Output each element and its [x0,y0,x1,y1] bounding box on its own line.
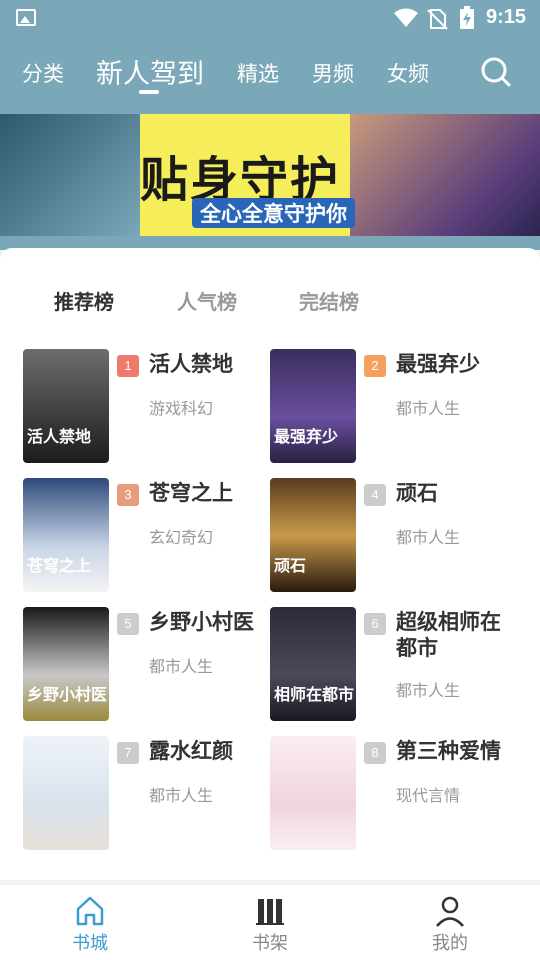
book-title[interactable]: 最强弃少 [396,351,520,377]
banner-character-right [350,114,540,236]
image-notification-icon [16,9,36,26]
book-title[interactable]: 苍穹之上 [149,480,273,506]
book-cover-text: 顽石 [274,556,307,575]
tab-male[interactable]: 男频 [312,58,354,88]
nav-bookstore[interactable]: 书城 [0,885,180,960]
book-item[interactable]: 苍穹之上 3 苍穹之上 玄幻奇幻 [23,478,273,598]
home-icon [76,896,104,926]
book-title[interactable]: 顽石 [396,480,520,506]
rank-badge: 2 [364,355,386,377]
profile-icon [436,896,464,927]
book-cover-text: 乡野小村医 [27,685,108,704]
tab-female[interactable]: 女频 [387,58,429,88]
book-title[interactable]: 露水红颜 [149,738,273,764]
book-item[interactable]: 乡野小村医 5 乡野小村医 都市人生 [23,607,273,727]
no-sim-icon [427,9,448,30]
book-genre: 游戏科幻 [149,399,214,418]
book-cover[interactable] [23,736,109,850]
book-item[interactable]: 7 露水红颜都市人生 [23,736,273,856]
status-time: 9:15 [486,6,527,28]
book-genre: 都市人生 [396,528,461,547]
book-title[interactable]: 超级相师在都市 [396,609,520,661]
banner-subtitle: 全心全意守护你 [192,198,355,228]
rank-badge: 6 [364,613,386,635]
book-cover-text: 最强弃少 [274,427,339,446]
rank-tab-popular[interactable]: 人气榜 [177,286,237,315]
book-cover[interactable]: 顽石 [270,478,356,592]
bookshelf-icon [256,899,284,925]
book-genre: 都市人生 [396,399,461,418]
book-cover[interactable]: 活人禁地 [23,349,109,463]
rank-tab-completed[interactable]: 完结榜 [299,286,359,315]
book-item[interactable]: 最强弃少 2 最强弃少 都市人生 [270,349,520,469]
book-item[interactable]: 顽石 4 顽石 都市人生 [270,478,520,598]
rank-badge: 5 [117,613,139,635]
battery-charging-icon [460,6,474,29]
book-genre: 都市人生 [149,657,214,676]
nav-bookshelf[interactable]: 书架 [180,885,360,960]
book-item[interactable]: 相师在都市 6 超级相师在都市都市人生 [270,607,520,727]
rank-badge: 3 [117,484,139,506]
nav-mine-label: 我的 [432,933,468,954]
book-cover-text: 相师在都市 [274,685,355,704]
book-item[interactable]: 8 第三种爱情现代言情 [270,736,520,856]
nav-bookstore-label: 书城 [72,933,108,954]
book-cover[interactable]: 相师在都市 [270,607,356,721]
rank-badge: 7 [117,742,139,764]
rank-badge: 4 [364,484,386,506]
category-tabs: 分类 新人驾到 精选 男频 女频 [0,44,540,104]
book-cover[interactable]: 最强弃少 [270,349,356,463]
book-title[interactable]: 第三种爱情 [396,738,520,764]
book-title[interactable]: 乡野小村医 [149,609,273,635]
book-cover[interactable]: 乡野小村医 [23,607,109,721]
book-title[interactable]: 活人禁地 [149,351,273,377]
book-cover-text: 活人禁地 [27,427,92,446]
book-cover-text: 苍穹之上 [27,556,92,575]
book-item[interactable]: 活人禁地 1 活人禁地 游戏科幻 [23,349,273,469]
book-genre: 都市人生 [149,786,214,805]
book-genre: 现代言情 [396,786,461,805]
rank-badge: 8 [364,742,386,764]
wifi-icon [394,8,418,27]
rank-badge: 1 [117,355,139,377]
book-genre: 都市人生 [396,681,461,700]
rank-tab-recommended[interactable]: 推荐榜 [54,286,114,315]
active-tab-indicator [139,90,159,94]
promo-banner[interactable]: 贴身守护 全心全意守护你 [0,114,540,236]
search-icon[interactable] [480,56,512,88]
banner-character-left [0,114,140,236]
tab-newcomer[interactable]: 新人驾到 [96,52,204,91]
book-genre: 玄幻奇幻 [149,528,214,547]
tab-featured[interactable]: 精选 [237,58,279,88]
bottom-navigation: 书城 书架 我的 [0,884,540,960]
book-cover[interactable] [270,736,356,850]
book-cover[interactable]: 苍穹之上 [23,478,109,592]
status-bar: 9:15 [0,0,540,36]
tab-category[interactable]: 分类 [22,58,64,88]
nav-bookshelf-label: 书架 [252,933,288,954]
nav-mine[interactable]: 我的 [360,885,540,960]
